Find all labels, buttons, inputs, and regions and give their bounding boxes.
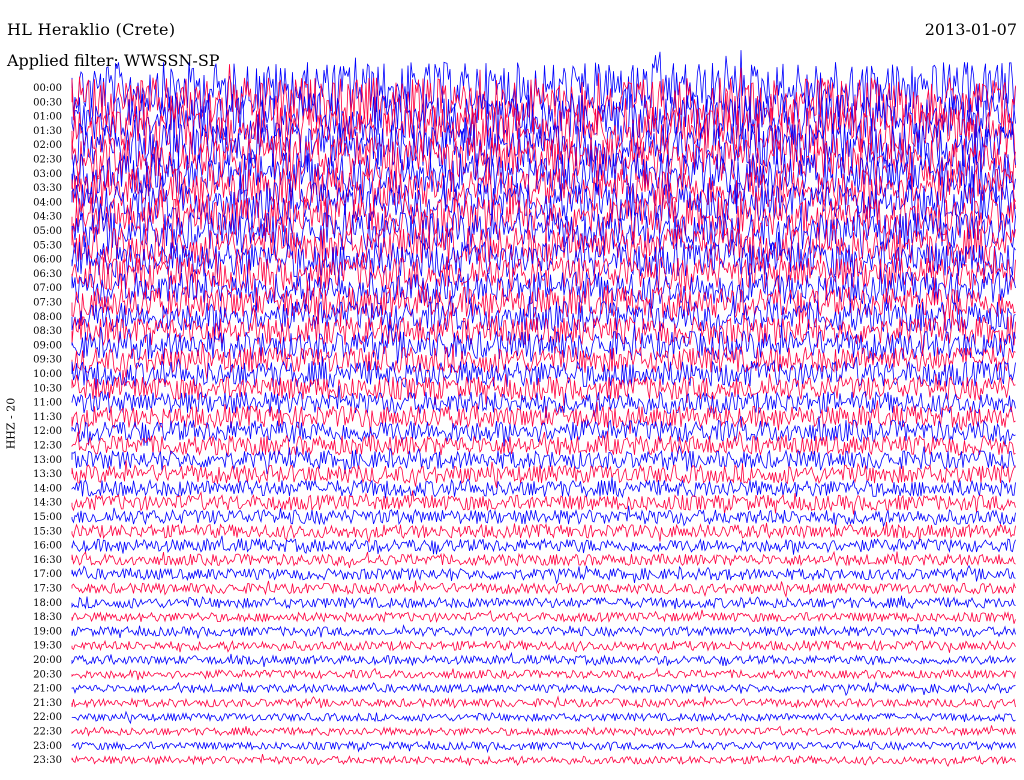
row-time-label: 15:00: [33, 512, 62, 523]
row-time-label: 18:00: [33, 598, 62, 609]
row-time-label: 19:30: [33, 641, 62, 652]
row-time-label: 03:30: [33, 183, 62, 194]
row-time-label: 21:00: [33, 684, 62, 695]
row-time-label: 22:30: [33, 727, 62, 738]
row-time-label: 17:00: [33, 569, 62, 580]
trace-15-30: [71, 521, 1016, 544]
seismogram-plot: 00:00 00:30 01:00 01:30 02:00 02:30 03:00 03:30…: [33, 50, 1016, 767]
row-time-label: 08:30: [33, 326, 62, 337]
row-time-label: 06:00: [33, 255, 62, 266]
row-time-label: 20:30: [33, 669, 62, 680]
trace-20-30: [71, 667, 1016, 682]
row-time-label: 19:00: [33, 626, 62, 637]
trace-14-30: [71, 490, 1016, 515]
row-time-label: 02:00: [33, 140, 62, 151]
row-time-label: 05:30: [33, 240, 62, 251]
row-time-label: 13:30: [33, 469, 62, 480]
row-time-label: 07:30: [33, 298, 62, 309]
row-time-label: 21:30: [33, 698, 62, 709]
row-time-label: 16:30: [33, 555, 62, 566]
trace-23-00: [71, 739, 1016, 754]
row-time-label: 10:30: [33, 383, 62, 394]
row-time-label: 16:00: [33, 541, 62, 552]
trace-04-30: [71, 187, 1016, 248]
row-time-label: 10:00: [33, 369, 62, 380]
trace-19-30: [71, 639, 1016, 654]
trace-17-00: [71, 564, 1016, 585]
row-time-label: 15:30: [33, 526, 62, 537]
row-time-label: 22:00: [33, 712, 62, 723]
row-time-label: 23:00: [33, 741, 62, 752]
row-time-label: 03:00: [33, 169, 62, 180]
trace-16-00: [71, 535, 1016, 555]
row-time-label: 02:30: [33, 155, 62, 166]
row-time-label: 00:30: [33, 97, 62, 108]
trace-20-00: [71, 651, 1016, 667]
row-time-label: 05:00: [33, 226, 62, 237]
trace-23-30: [71, 753, 1016, 767]
trace-21-30: [71, 695, 1016, 710]
row-time-label: 00:00: [33, 83, 62, 94]
row-time-label: 13:00: [33, 455, 62, 466]
row-time-label: 09:00: [33, 340, 62, 351]
trace-19-00: [71, 624, 1016, 639]
row-time-label: 20:00: [33, 655, 62, 666]
row-time-label: 12:30: [33, 441, 62, 452]
row-time-label: 18:30: [33, 612, 62, 623]
trace-21-00: [71, 681, 1016, 697]
row-time-label: 04:00: [33, 197, 62, 208]
row-time-label: 09:30: [33, 355, 62, 366]
row-time-label: 08:00: [33, 312, 62, 323]
row-time-label: 06:30: [33, 269, 62, 280]
row-time-label: 01:00: [33, 112, 62, 123]
trace-18-30: [71, 609, 1016, 624]
trace-17-30: [71, 580, 1016, 598]
trace-18-00: [71, 595, 1016, 610]
row-time-label: 07:00: [33, 283, 62, 294]
row-time-label: 23:30: [33, 755, 62, 766]
row-time-label: 14:00: [33, 483, 62, 494]
trace-13-30: [71, 460, 1016, 488]
trace-22-30: [71, 725, 1016, 737]
row-time-label: 14:30: [33, 498, 62, 509]
row-time-label: 11:30: [33, 412, 62, 423]
trace-06-30: [71, 247, 1016, 300]
row-time-label: 04:30: [33, 212, 62, 223]
row-time-label: 12:00: [33, 426, 62, 437]
trace-22-00: [71, 710, 1016, 725]
row-time-label: 17:30: [33, 584, 62, 595]
row-time-label: 11:00: [33, 398, 62, 409]
row-time-label: 01:30: [33, 126, 62, 137]
trace-16-30: [71, 550, 1016, 569]
